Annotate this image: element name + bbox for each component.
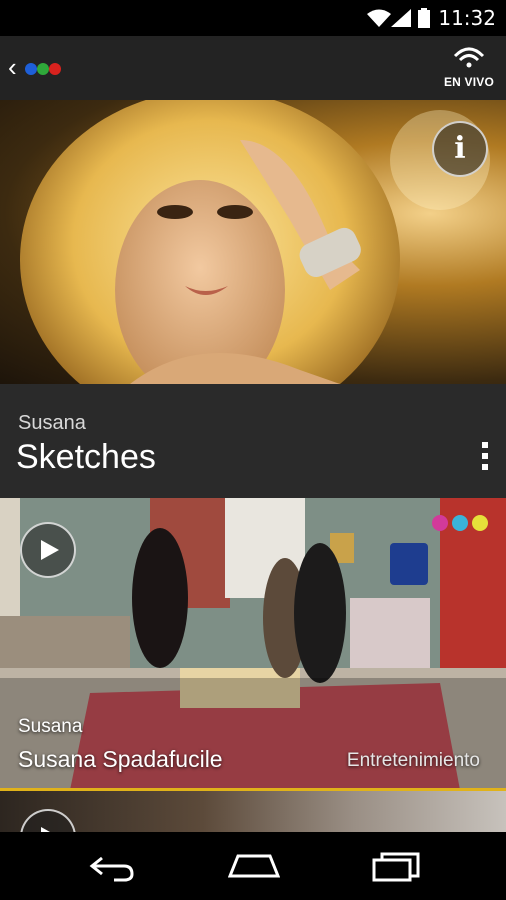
live-button[interactable]: EN VIVO	[442, 46, 496, 89]
program-title: Sketches	[16, 438, 156, 476]
play-icon	[41, 540, 59, 560]
hero-portrait-illustration	[20, 100, 490, 384]
recents-icon[interactable]	[372, 852, 420, 882]
back-icon[interactable]	[88, 852, 136, 882]
hero-image: i	[0, 100, 506, 384]
video-card-next[interactable]	[0, 791, 506, 832]
video-category: Entretenimiento	[346, 750, 480, 771]
play-button-next[interactable]	[20, 809, 76, 832]
video-kicker: Susana	[18, 716, 83, 737]
play-icon	[41, 827, 50, 832]
live-broadcast-icon	[453, 47, 485, 68]
back-chevron-icon[interactable]: ‹	[8, 54, 17, 80]
more-options-icon[interactable]	[480, 442, 492, 475]
video-title: Susana Spadafucile	[18, 746, 223, 772]
wifi-icon	[367, 9, 391, 27]
program-header: Susana Sketches	[0, 384, 506, 498]
system-nav-bar	[0, 832, 506, 900]
live-label: EN VIVO	[443, 75, 495, 89]
status-time: 11:32	[438, 6, 496, 30]
app-bar: ‹ EN VIVO	[0, 36, 506, 100]
home-icon[interactable]	[228, 852, 280, 880]
video-card[interactable]: Susana Susana Spadafucile Entretenimient…	[0, 498, 506, 790]
status-bar: 11:32	[0, 0, 506, 36]
battery-icon	[418, 8, 430, 28]
info-button[interactable]: i	[432, 121, 488, 177]
signal-icon	[391, 9, 411, 27]
channel-logo[interactable]	[24, 62, 64, 76]
play-button[interactable]	[20, 522, 76, 578]
program-kicker: Susana	[18, 412, 86, 434]
